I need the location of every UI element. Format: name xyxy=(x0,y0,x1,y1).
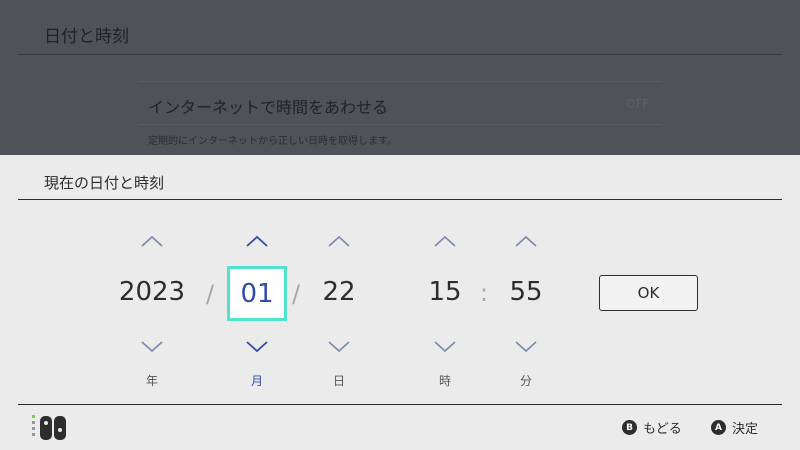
date-separator: / xyxy=(206,280,215,308)
month-decrement-chevron-down-icon[interactable] xyxy=(245,340,269,354)
background-internet-sync-value: OFF xyxy=(626,97,650,111)
background-row-divider xyxy=(138,81,662,82)
year-value[interactable]: 2023 xyxy=(112,277,192,307)
month-increment-chevron-up-icon[interactable] xyxy=(245,234,269,248)
year-unit-label: 年 xyxy=(145,374,158,388)
background-page-title: 日付と時刻 xyxy=(44,27,129,47)
year-increment-chevron-up-icon[interactable] xyxy=(140,234,164,248)
back-label: もどる xyxy=(643,422,682,437)
background-title-divider xyxy=(18,54,782,55)
back-hint[interactable]: B もどる xyxy=(622,418,682,437)
hour-decrement-chevron-down-icon[interactable] xyxy=(433,340,457,354)
day-increment-chevron-up-icon[interactable] xyxy=(327,234,351,248)
minute-unit-label: 分 xyxy=(519,374,532,388)
day-decrement-chevron-down-icon[interactable] xyxy=(327,340,351,354)
hour-unit-label: 時 xyxy=(438,374,451,388)
month-field-focused[interactable]: 01 xyxy=(227,266,287,321)
background-internet-sync-label: インターネットで時間をあわせる xyxy=(148,98,389,117)
joy-con-controller-icon xyxy=(32,414,72,442)
ok-button[interactable]: OK xyxy=(599,275,698,311)
day-unit-label: 日 xyxy=(332,374,345,388)
date-separator: / xyxy=(292,280,301,308)
year-decrement-chevron-down-icon[interactable] xyxy=(140,340,164,354)
hour-increment-chevron-up-icon[interactable] xyxy=(433,234,457,248)
minute-increment-chevron-up-icon[interactable] xyxy=(514,234,538,248)
dialog-title-divider xyxy=(18,199,782,200)
month-unit-label: 月 xyxy=(250,374,263,388)
hour-value[interactable]: 15 xyxy=(415,277,475,307)
confirm-hint[interactable]: A 決定 xyxy=(711,418,758,437)
day-value[interactable]: 22 xyxy=(309,277,369,307)
minute-decrement-chevron-down-icon[interactable] xyxy=(514,340,538,354)
background-settings-screen: 日付と時刻 インターネットで時間をあわせる OFF 定期的にインターネットから正… xyxy=(0,0,800,155)
confirm-label: 決定 xyxy=(732,422,759,437)
minute-value[interactable]: 55 xyxy=(496,277,556,307)
a-button-icon: A xyxy=(711,420,726,435)
footer-divider xyxy=(18,404,782,405)
time-separator: : xyxy=(480,279,489,307)
background-internet-sync-description: 定期的にインターネットから正しい日時を取得します。 xyxy=(148,136,397,147)
background-row-divider xyxy=(138,124,662,125)
month-value[interactable]: 01 xyxy=(230,279,284,309)
dialog-title: 現在の日付と時刻 xyxy=(44,174,165,192)
b-button-icon: B xyxy=(622,420,637,435)
